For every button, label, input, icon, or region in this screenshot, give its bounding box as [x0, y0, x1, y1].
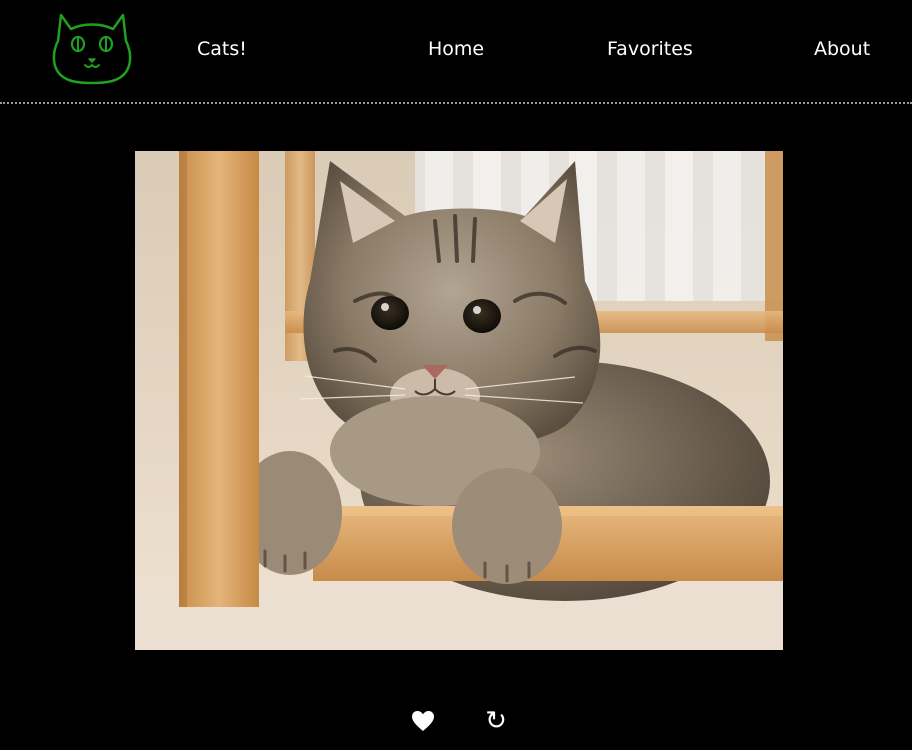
cat-photo	[135, 151, 783, 650]
site-header: Cats! Home Favorites About	[0, 0, 912, 104]
heart-icon	[412, 711, 434, 731]
cat-logo-icon[interactable]	[49, 11, 135, 85]
nav-home-link[interactable]: Home	[428, 36, 484, 62]
refresh-icon: ↻	[485, 706, 507, 736]
favorite-button[interactable]	[408, 706, 438, 736]
nav-favorites-link[interactable]: Favorites	[607, 36, 693, 62]
refresh-button[interactable]: ↻	[481, 706, 511, 736]
brand-title[interactable]: Cats!	[197, 36, 247, 62]
nav-about-link[interactable]: About	[814, 36, 870, 62]
